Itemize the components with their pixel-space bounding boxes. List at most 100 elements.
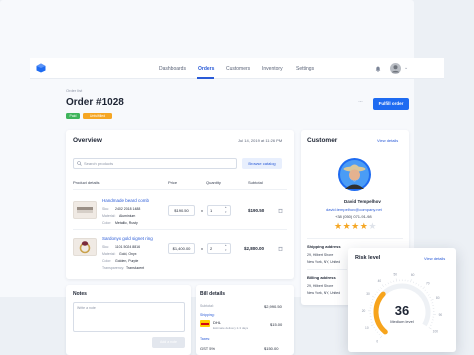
customer-divider	[307, 238, 403, 239]
gauge-tick	[426, 292, 428, 294]
stepper-down-icon[interactable]: ▾	[225, 210, 227, 214]
gauge-tick	[430, 299, 434, 301]
gauge-tick	[385, 283, 387, 286]
product-transparency: Translucent	[126, 266, 145, 270]
gauge-tick-label: 90	[439, 313, 443, 317]
stepper-up-icon[interactable]: ▴	[225, 205, 227, 209]
note-placeholder: Write a note	[77, 306, 96, 310]
customer-name: David Tempelhov	[344, 199, 381, 204]
gauge-tick	[370, 324, 374, 326]
browse-catalog-button[interactable]: Browse catalog	[242, 158, 282, 169]
paid-badge: Paid	[66, 113, 80, 119]
row-divider	[73, 229, 287, 230]
gauge-tick	[373, 326, 376, 329]
star-icon: ★	[351, 221, 360, 231]
notes-title: Notes	[73, 291, 87, 297]
shipping-address-line: New York, NY, United	[307, 260, 341, 264]
gauge-tick	[424, 289, 426, 292]
gauge-tick-label: 0	[376, 340, 378, 344]
user-avatar[interactable]	[390, 63, 401, 74]
gauge-tick	[415, 282, 417, 285]
product-material: Gold, Onyx	[119, 252, 137, 256]
add-note-button[interactable]: Add a note	[152, 337, 185, 348]
more-actions-button[interactable]: ···	[358, 99, 363, 105]
gauge-tick	[376, 291, 378, 293]
shipping-address-line: 29, Hilbert Shore	[307, 253, 334, 257]
subtotal-label: Subtotal:	[200, 304, 214, 308]
ring-icon	[79, 241, 91, 254]
col-price: Price	[168, 180, 178, 185]
gauge-fill	[373, 291, 388, 335]
col-quantity: Quantity	[206, 180, 221, 185]
gauge-tick	[380, 287, 382, 289]
trash-icon[interactable]	[278, 208, 283, 213]
risk-label: Medium level	[390, 319, 414, 324]
gauge-tick-label: 30	[366, 292, 370, 296]
gauge-tick	[418, 284, 420, 286]
shipping-value: $15.00	[270, 322, 283, 327]
dhl-logo	[200, 320, 210, 327]
nav-inventory[interactable]: Inventory	[262, 66, 283, 72]
gauge-tick	[378, 333, 381, 336]
unfulfilled-badge: Unfulfilled	[83, 113, 112, 119]
risk-view-details-link[interactable]: View details	[424, 256, 445, 261]
quantity-value: 1	[210, 208, 213, 213]
trash-icon[interactable]	[278, 246, 283, 251]
customer-email[interactable]: david.tempelhov@company.net	[326, 207, 382, 212]
star-icon: ★	[342, 221, 352, 231]
product-name[interactable]: Sardonyx gold signet ring	[102, 236, 153, 241]
bell-icon[interactable]	[375, 66, 381, 72]
fulfill-order-button[interactable]: Fulfill order	[373, 98, 409, 110]
customer-rating: ★★★★★	[334, 221, 378, 231]
customer-avatar	[338, 158, 371, 191]
price-input[interactable]: $1,400.00	[168, 243, 195, 254]
billing-address-line: 29, Hilbert Shore	[307, 284, 334, 288]
product-sku-label: Sku:	[102, 207, 110, 211]
nav-customers[interactable]: Customers	[226, 66, 250, 72]
product-image-comb	[73, 201, 97, 219]
stepper-up-icon[interactable]: ▴	[225, 243, 227, 247]
col-product-details: Product details	[73, 180, 100, 185]
times-sign: x	[201, 208, 203, 213]
price-input[interactable]: $190.50	[168, 205, 195, 216]
product-material-label: Material:	[102, 214, 116, 218]
gauge-tick	[380, 335, 383, 339]
logo-icon[interactable]	[36, 63, 46, 73]
comb-icon	[77, 207, 93, 213]
star-icon: ★	[334, 221, 343, 231]
nav-dashboards[interactable]: Dashboards	[159, 66, 186, 72]
product-name[interactable]: Handmade beard comb	[102, 198, 149, 203]
customer-view-details-link[interactable]: View details	[377, 138, 398, 143]
gauge-tick	[381, 284, 384, 288]
gauge-tick	[422, 286, 425, 290]
gauge-tick	[376, 331, 379, 333]
gauge-tick	[374, 294, 377, 296]
carrier-detail: Estimate delivery 2-3 days	[213, 326, 249, 330]
header-divider	[73, 189, 287, 190]
page-title: Order #1028	[66, 97, 124, 108]
product-color: Golden, Purple	[115, 259, 139, 263]
gauge-tick	[428, 327, 432, 330]
gst-value: $150.00	[264, 346, 279, 351]
product-sku: 1101 5024 8816	[115, 245, 141, 249]
taxes-label: Taxes:	[200, 337, 211, 341]
col-subtotal: Subtotal	[248, 180, 263, 185]
product-color: Metallic, Rusty	[115, 221, 138, 225]
gauge-tick	[375, 329, 377, 331]
carrier-name: DHL	[213, 320, 222, 325]
product-sku: 2402 2018 1488	[115, 207, 141, 211]
gauge-tick	[428, 294, 430, 296]
stepper-down-icon[interactable]: ▾	[225, 248, 227, 252]
nav-settings[interactable]: Settings	[296, 66, 314, 72]
breadcrumb[interactable]: Order list	[66, 88, 82, 93]
gauge-tick	[429, 296, 431, 298]
gauge-tick	[431, 322, 433, 324]
gauge-tick	[378, 289, 380, 291]
chevron-down-icon[interactable]: ⌄	[404, 65, 408, 71]
product-sku-label: Sku:	[102, 245, 110, 249]
product-subtotal: $190.50	[248, 208, 265, 213]
gauge-tick	[395, 278, 397, 282]
nav-orders[interactable]: Orders	[198, 66, 214, 72]
address-divider	[307, 269, 347, 270]
shipping-label: Shipping:	[200, 313, 215, 317]
